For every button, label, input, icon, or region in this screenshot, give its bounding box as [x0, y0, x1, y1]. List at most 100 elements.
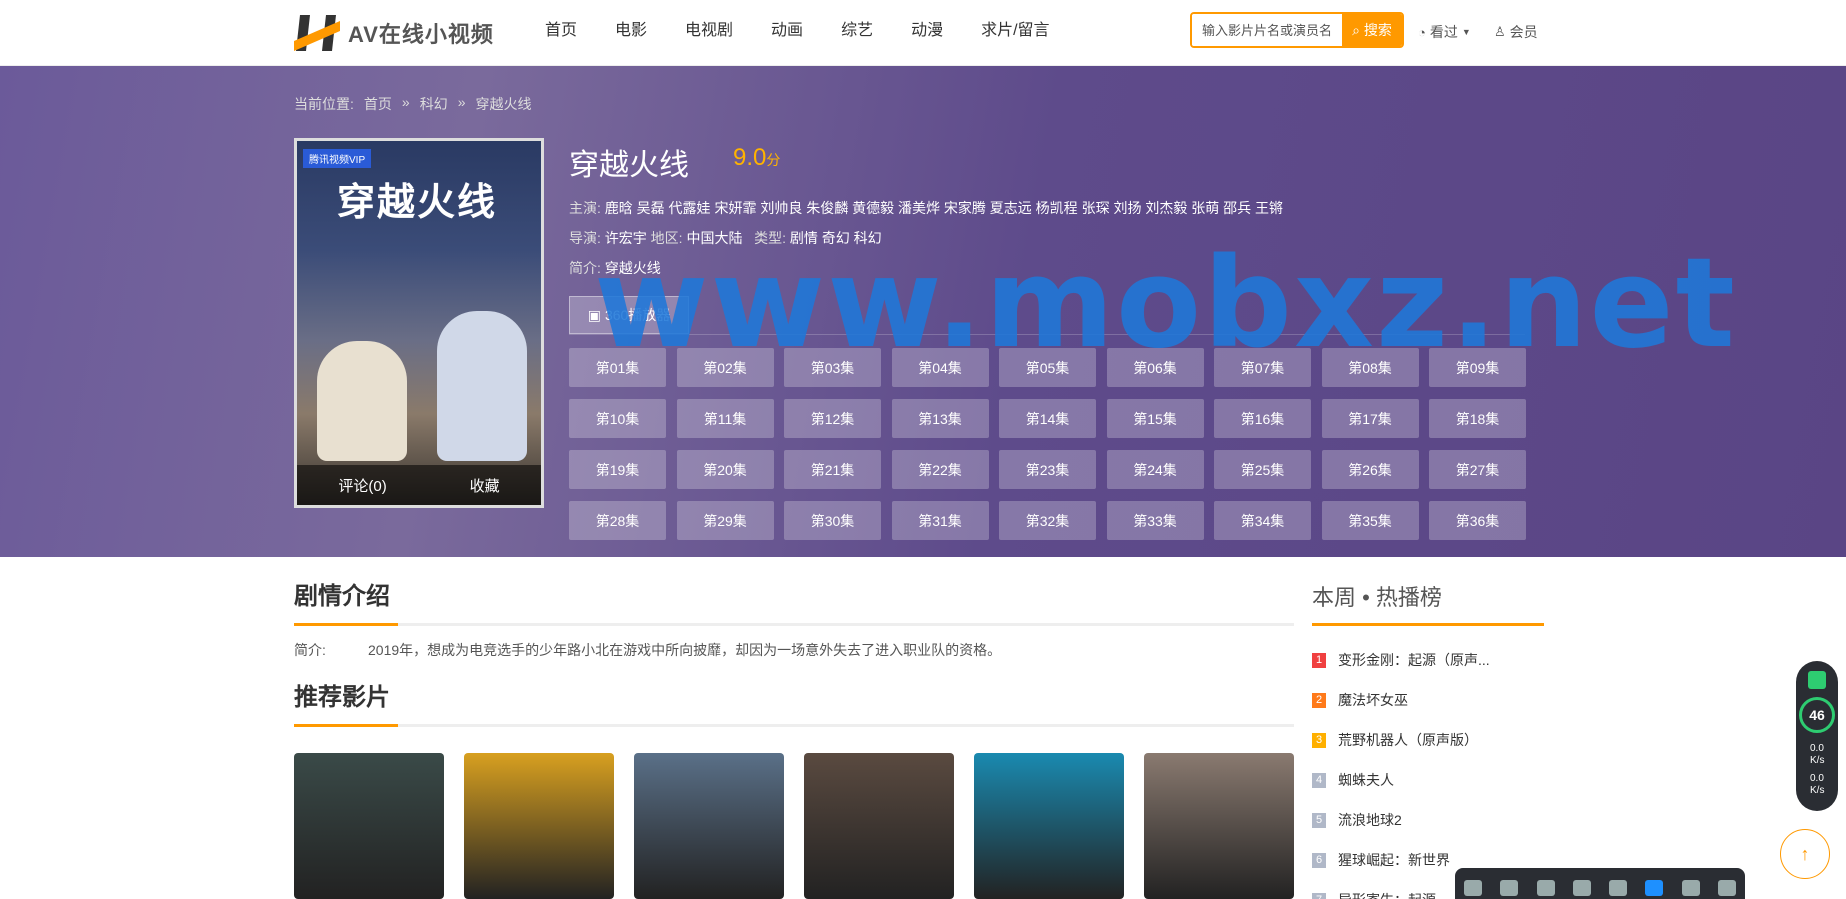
hot-list-item[interactable]: 5 流浪地球2: [1312, 800, 1544, 840]
hot-item-title: 荒野机器人（原声版）: [1338, 732, 1478, 748]
episode-button[interactable]: 第35集: [1321, 501, 1419, 540]
episode-button[interactable]: 第33集: [1106, 501, 1204, 540]
episode-button[interactable]: 第26集: [1321, 450, 1419, 489]
rank-badge: 2: [1312, 692, 1326, 708]
episode-button[interactable]: 第23集: [999, 450, 1096, 489]
logo-icon: [294, 11, 342, 55]
episode-button[interactable]: 第36集: [1429, 501, 1526, 540]
intro-label: 简介:: [569, 260, 601, 276]
episode-button[interactable]: 第31集: [891, 501, 989, 540]
play-source-label: 360播放器: [604, 307, 671, 323]
episode-button[interactable]: 第34集: [1214, 501, 1311, 540]
episode-button[interactable]: 第14集: [999, 399, 1096, 438]
episode-button[interactable]: 第04集: [891, 348, 989, 387]
member-link[interactable]: ♙ 会员: [1494, 22, 1538, 42]
site-header: AV在线小视频 首页 电影 电视剧 动画 综艺 动漫 求片/留言 ⌕ 搜索 ◔ …: [0, 0, 1846, 66]
episode-button[interactable]: 第24集: [1106, 450, 1204, 489]
nav-request[interactable]: 求片/留言: [981, 16, 1049, 40]
rank-badge: 5: [1312, 812, 1326, 828]
episode-button[interactable]: 第30集: [784, 501, 881, 540]
poster-action-bar: 评论(0) 收藏: [297, 465, 541, 505]
nav-animation[interactable]: 动画: [771, 16, 803, 40]
episode-button[interactable]: 第01集: [569, 348, 666, 387]
cast-list[interactable]: 鹿晗 吴磊 代露娃 宋妍霏 刘帅良 朱俊麟 黄德毅 潘美烨 宋家腾 夏志远 杨凯…: [605, 200, 1283, 216]
episode-button[interactable]: 第06集: [1106, 348, 1204, 387]
intro-row: 简介: 穿越火线: [569, 258, 661, 278]
nav-variety[interactable]: 综艺: [841, 16, 873, 40]
nav-tv[interactable]: 电视剧: [685, 16, 733, 40]
camera-icon[interactable]: [1645, 880, 1664, 896]
hot-list-item[interactable]: 2 魔法坏女巫: [1312, 680, 1544, 720]
episode-button[interactable]: 第13集: [891, 399, 989, 438]
back-to-top-button[interactable]: ↑: [1780, 829, 1830, 879]
rank-badge: 4: [1312, 772, 1326, 788]
hot-list-item[interactable]: 1 变形金刚：起源（原声...: [1312, 640, 1544, 680]
episode-button[interactable]: 第20集: [676, 450, 774, 489]
ai-icon[interactable]: [1500, 880, 1519, 896]
hot-list-item[interactable]: 3 荒野机器人（原声版）: [1312, 720, 1544, 760]
episode-button[interactable]: 第12集: [784, 399, 881, 438]
episode-button[interactable]: 第16集: [1214, 399, 1311, 438]
episode-button[interactable]: 第10集: [569, 399, 666, 438]
rank-badge: 1: [1312, 652, 1326, 668]
episode-button[interactable]: 第17集: [1321, 399, 1419, 438]
episode-button[interactable]: 第25集: [1214, 450, 1311, 489]
episode-button[interactable]: 第22集: [891, 450, 989, 489]
cast-row: 主演: 鹿晗 吴磊 代露娃 宋妍霏 刘帅良 朱俊麟 黄德毅 潘美烨 宋家腾 夏志…: [569, 198, 1283, 218]
nav-home[interactable]: 首页: [545, 16, 577, 40]
score-unit: 分: [766, 152, 781, 168]
image-icon[interactable]: [1572, 880, 1591, 896]
translate-icon[interactable]: [1536, 880, 1555, 896]
gear-icon[interactable]: [1717, 880, 1736, 896]
episode-button[interactable]: 第02集: [676, 348, 774, 387]
watched-menu[interactable]: ◔ 看过 ▼: [1418, 22, 1471, 42]
recommend-movie-card[interactable]: [464, 753, 614, 899]
episode-button[interactable]: 第27集: [1429, 450, 1526, 489]
synopsis: 简介: 2019年，想成为电竞选手的少年路小北在游戏中所向披靡，却因为一场意外失…: [294, 640, 1001, 660]
search-input[interactable]: [1192, 14, 1342, 46]
site-logo[interactable]: AV在线小视频: [294, 8, 494, 58]
recommend-movie-card[interactable]: [294, 753, 444, 899]
episode-button[interactable]: 第03集: [784, 348, 881, 387]
breadcrumb-home[interactable]: 首页: [364, 94, 392, 114]
hot-item-title: 猩球崛起：新世界: [1338, 852, 1450, 868]
episode-button[interactable]: 第18集: [1429, 399, 1526, 438]
hot-item-title: 蜘蛛夫人: [1338, 772, 1394, 788]
episode-button[interactable]: 第11集: [676, 399, 774, 438]
movie-title: 穿越火线: [569, 148, 689, 183]
recommend-movie-card[interactable]: [974, 753, 1124, 899]
episode-button[interactable]: 第09集: [1429, 348, 1526, 387]
hot-list-title: 本周 • 热播榜: [1312, 585, 1442, 610]
network-speed-widget[interactable]: 46 0.0 K/s 0.0 K/s: [1796, 661, 1838, 811]
type-value[interactable]: 剧情 奇幻 科幻: [790, 230, 882, 246]
breadcrumb-separator: »: [401, 94, 410, 110]
shield-icon[interactable]: [1464, 880, 1483, 896]
divider: [569, 334, 1525, 335]
breadcrumb-category[interactable]: 科幻: [420, 94, 448, 114]
document-icon[interactable]: [1609, 880, 1628, 896]
episode-button[interactable]: 第15集: [1106, 399, 1204, 438]
comment-link[interactable]: 评论(0): [338, 475, 386, 496]
play-source-tab[interactable]: ▣ 360播放器: [569, 296, 689, 334]
episode-button[interactable]: 第32集: [999, 501, 1096, 540]
recommend-movie-card[interactable]: [804, 753, 954, 899]
episode-button[interactable]: 第28集: [569, 501, 666, 540]
scissors-icon[interactable]: [1681, 880, 1700, 896]
search-button[interactable]: ⌕ 搜索: [1342, 14, 1402, 46]
movie-poster[interactable]: 腾讯视频VIP 穿越火线 评论(0) 收藏: [294, 138, 544, 508]
episode-button[interactable]: 第08集: [1321, 348, 1419, 387]
hot-list-item[interactable]: 4 蜘蛛夫人: [1312, 760, 1544, 800]
recommend-movie-card[interactable]: [1144, 753, 1294, 899]
episode-button[interactable]: 第05集: [999, 348, 1096, 387]
director-value[interactable]: 许宏宇: [605, 230, 647, 246]
recommend-movie-card[interactable]: [634, 753, 784, 899]
episode-button[interactable]: 第19集: [569, 450, 666, 489]
nav-anime[interactable]: 动漫: [911, 16, 943, 40]
episode-button[interactable]: 第07集: [1214, 348, 1311, 387]
download-speed: 0.0: [1810, 773, 1824, 784]
region-value[interactable]: 中国大陆: [686, 230, 742, 246]
episode-button[interactable]: 第21集: [784, 450, 881, 489]
favorite-link[interactable]: 收藏: [470, 475, 500, 496]
episode-button[interactable]: 第29集: [676, 501, 774, 540]
nav-movies[interactable]: 电影: [615, 16, 647, 40]
